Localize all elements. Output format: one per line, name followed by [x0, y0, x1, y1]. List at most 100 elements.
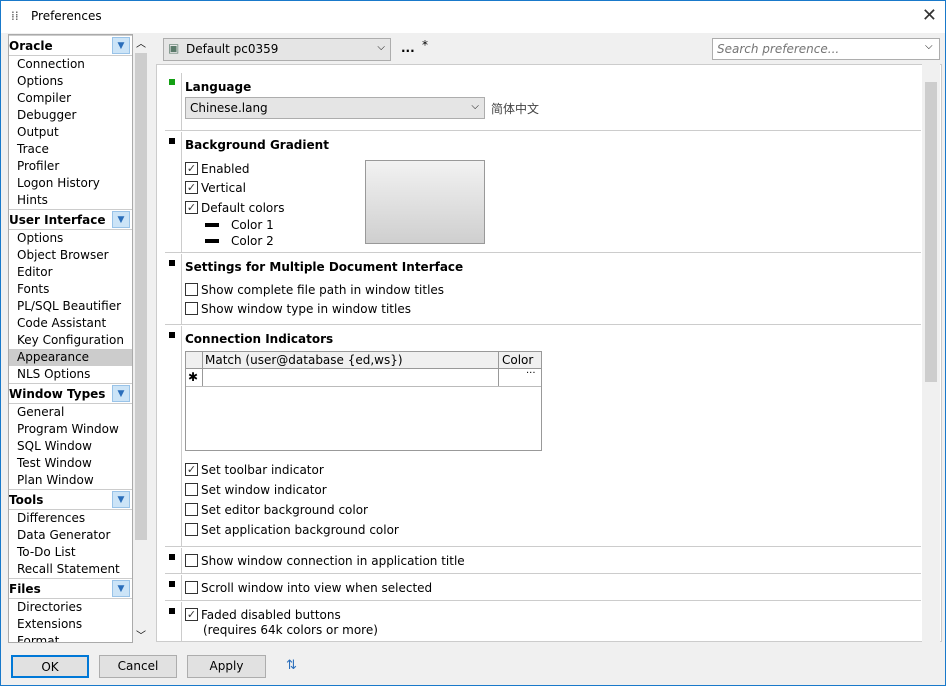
sidebar-item[interactable]: Recall Statement: [9, 561, 132, 578]
collapse-icon[interactable]: ▼: [112, 37, 130, 54]
connection-grid[interactable]: Match (user@database {ed,ws}) Color ✱ ··…: [185, 351, 542, 451]
color-column-header[interactable]: Color: [502, 353, 533, 367]
color-picker-button[interactable]: ···: [526, 368, 536, 379]
checkbox-unchecked-icon[interactable]: [185, 302, 198, 315]
window-indicator-checkbox[interactable]: Set window indicator: [185, 483, 327, 499]
connection-heading: Connection Indicators: [185, 332, 334, 346]
scroll-up-icon[interactable]: ︿: [136, 35, 146, 50]
scroll-section: Scroll window into view when selected: [165, 575, 921, 601]
faded-buttons-checkbox[interactable]: ✓ Faded disabled buttons: [185, 608, 341, 624]
checkbox-unchecked-icon[interactable]: [185, 283, 198, 296]
sidebar-item[interactable]: Appearance: [9, 349, 132, 366]
sidebar-item[interactable]: Logon History: [9, 175, 132, 192]
chevron-down-icon: ⌵: [471, 101, 479, 112]
sidebar-item[interactable]: Directories: [9, 599, 132, 616]
show-file-path-checkbox[interactable]: Show complete file path in window titles: [185, 283, 444, 299]
sidebar-item[interactable]: Trace: [9, 141, 132, 158]
checkbox-unchecked-icon[interactable]: [185, 503, 198, 516]
settings-panel: Language Chinese.lang ⌵ 简体中文 Background …: [156, 64, 942, 642]
sidebar-item[interactable]: Editor: [9, 264, 132, 281]
sidebar-item[interactable]: Code Assistant: [9, 315, 132, 332]
color1-swatch[interactable]: [205, 223, 219, 227]
search-input[interactable]: [712, 38, 940, 60]
sidebar-item[interactable]: Options: [9, 73, 132, 90]
import-export-icon[interactable]: ⇅: [286, 658, 297, 673]
editor-bg-checkbox[interactable]: Set editor background color: [185, 503, 368, 519]
sidebar-item[interactable]: Fonts: [9, 281, 132, 298]
group-label: Window Types: [9, 387, 106, 401]
vertical-checkbox[interactable]: ✓ Vertical: [185, 181, 246, 197]
more-button[interactable]: ...: [401, 41, 415, 55]
collapse-icon[interactable]: ▼: [112, 211, 130, 228]
scroll-down-icon[interactable]: ﹀: [136, 627, 146, 642]
sidebar-item[interactable]: To-Do List: [9, 544, 132, 561]
checkbox-checked-icon[interactable]: ✓: [185, 162, 198, 175]
ok-button[interactable]: OK: [11, 655, 89, 678]
sidebar-group-header[interactable]: Oracle ▼: [9, 35, 132, 56]
sidebar-item[interactable]: Connection: [9, 56, 132, 73]
app-bg-checkbox[interactable]: Set application background color: [185, 523, 399, 539]
sidebar-group-header[interactable]: Window Types ▼: [9, 383, 132, 404]
sidebar-group-header[interactable]: User Interface ▼: [9, 209, 132, 230]
sidebar-item[interactable]: Format: [9, 633, 132, 642]
language-section: Language Chinese.lang ⌵ 简体中文: [165, 73, 921, 131]
checkbox-unchecked-icon[interactable]: [185, 554, 198, 567]
sidebar-item[interactable]: Test Window: [9, 455, 132, 472]
sidebar-item[interactable]: Output: [9, 124, 132, 141]
modified-indicator: *: [422, 38, 428, 52]
collapse-icon[interactable]: ▼: [112, 580, 130, 597]
show-window-type-checkbox[interactable]: Show window type in window titles: [185, 302, 411, 318]
default-colors-checkbox[interactable]: ✓ Default colors: [185, 201, 284, 217]
sidebar-item[interactable]: Differences: [9, 510, 132, 527]
package-icon: ▣: [168, 41, 180, 55]
match-column-header[interactable]: Match (user@database {ed,ws}): [205, 353, 403, 367]
sidebar-item[interactable]: Key Configuration: [9, 332, 132, 349]
sidebar-item[interactable]: Data Generator: [9, 527, 132, 544]
checkbox-checked-icon[interactable]: ✓: [185, 463, 198, 476]
sidebar-item[interactable]: SQL Window: [9, 438, 132, 455]
sidebar-item[interactable]: Options: [9, 230, 132, 247]
checkbox-label: Vertical: [201, 181, 246, 195]
profile-select[interactable]: ▣ Default pc0359 ⌵: [163, 38, 391, 61]
checkbox-unchecked-icon[interactable]: [185, 523, 198, 536]
checkbox-label: Enabled: [201, 162, 250, 176]
sidebar-item[interactable]: Object Browser: [9, 247, 132, 264]
color1-label: Color 1: [231, 218, 274, 232]
checkbox-label: Scroll window into view when selected: [201, 581, 433, 595]
checkbox-checked-icon[interactable]: ✓: [185, 608, 198, 621]
toolbar-indicator-checkbox[interactable]: ✓ Set toolbar indicator: [185, 463, 324, 479]
collapse-icon[interactable]: ▼: [112, 385, 130, 402]
enabled-checkbox[interactable]: ✓ Enabled: [185, 162, 250, 178]
sidebar-scroll-thumb[interactable]: [135, 53, 147, 540]
faded-section: ✓ Faded disabled buttons (requires 64k co…: [165, 602, 921, 641]
checkbox-checked-icon[interactable]: ✓: [185, 201, 198, 214]
sidebar-item[interactable]: PL/SQL Beautifier: [9, 298, 132, 315]
sidebar-item[interactable]: Profiler: [9, 158, 132, 175]
cancel-button[interactable]: Cancel: [99, 655, 177, 678]
sidebar-item[interactable]: Plan Window: [9, 472, 132, 489]
mdi-heading: Settings for Multiple Document Interface: [185, 260, 464, 274]
sidebar-item[interactable]: Extensions: [9, 616, 132, 633]
checkbox-unchecked-icon[interactable]: [185, 483, 198, 496]
checkbox-checked-icon[interactable]: ✓: [185, 181, 198, 194]
sidebar-item[interactable]: Program Window: [9, 421, 132, 438]
sidebar-item[interactable]: Debugger: [9, 107, 132, 124]
sidebar-item[interactable]: General: [9, 404, 132, 421]
search-chevron-icon[interactable]: ⌵: [925, 41, 933, 52]
collapse-icon[interactable]: ▼: [112, 491, 130, 508]
show-connection-checkbox[interactable]: Show window connection in application ti…: [185, 554, 465, 570]
checkbox-unchecked-icon[interactable]: [185, 581, 198, 594]
checkbox-label: Default colors: [201, 201, 285, 215]
color2-swatch[interactable]: [205, 239, 219, 243]
sidebar-group-header[interactable]: Files ▼: [9, 578, 132, 599]
settings-scroll-thumb[interactable]: [925, 82, 937, 382]
settings-scrollbar[interactable]: [922, 64, 940, 642]
close-button[interactable]: ✕: [922, 5, 937, 26]
sidebar-group-header[interactable]: Tools ▼: [9, 489, 132, 510]
scroll-into-view-checkbox[interactable]: Scroll window into view when selected: [185, 581, 432, 597]
apply-button[interactable]: Apply: [187, 655, 266, 678]
sidebar-item[interactable]: Hints: [9, 192, 132, 209]
sidebar-item[interactable]: Compiler: [9, 90, 132, 107]
language-select[interactable]: Chinese.lang ⌵: [185, 97, 485, 119]
sidebar-item[interactable]: NLS Options: [9, 366, 132, 383]
